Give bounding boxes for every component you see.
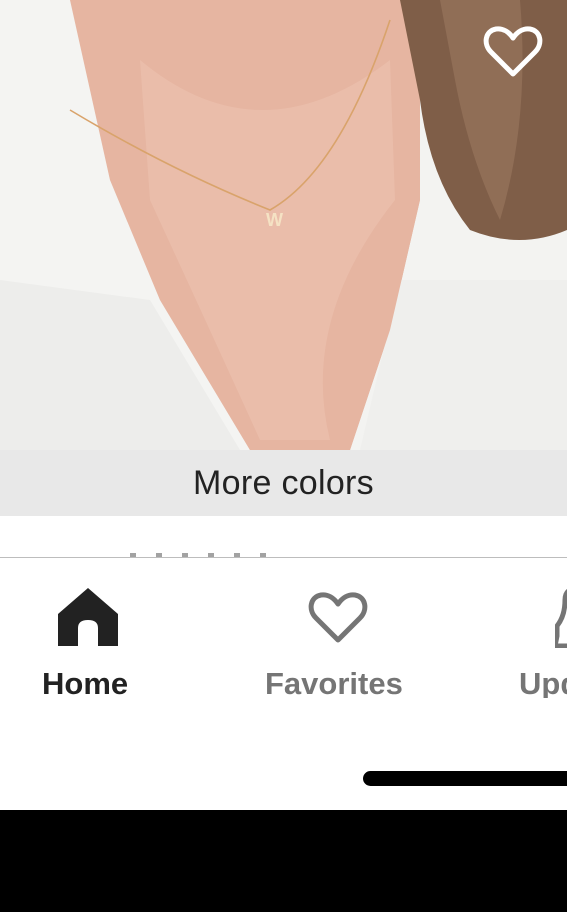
favorite-button[interactable] bbox=[481, 20, 545, 84]
more-colors-button[interactable]: More colors bbox=[0, 450, 567, 516]
tab-favorites[interactable]: Favorites bbox=[250, 558, 427, 701]
tab-updates[interactable]: Upd bbox=[505, 558, 567, 698]
tab-home[interactable]: Home bbox=[0, 558, 177, 701]
app-screen: W More colors Home Favorites Up bbox=[0, 0, 567, 810]
tab-favorites-label: Favorites bbox=[265, 666, 403, 701]
svg-text:W: W bbox=[266, 210, 283, 230]
home-icon bbox=[58, 588, 118, 646]
tab-updates-label: Upd bbox=[519, 666, 567, 698]
bell-icon bbox=[555, 588, 567, 648]
heart-outline-icon bbox=[308, 592, 368, 643]
product-image[interactable]: W bbox=[0, 0, 567, 450]
home-indicator[interactable] bbox=[363, 771, 567, 786]
more-colors-label: More colors bbox=[193, 463, 374, 502]
heart-outline-icon bbox=[483, 26, 543, 77]
tab-home-label: Home bbox=[42, 666, 129, 701]
